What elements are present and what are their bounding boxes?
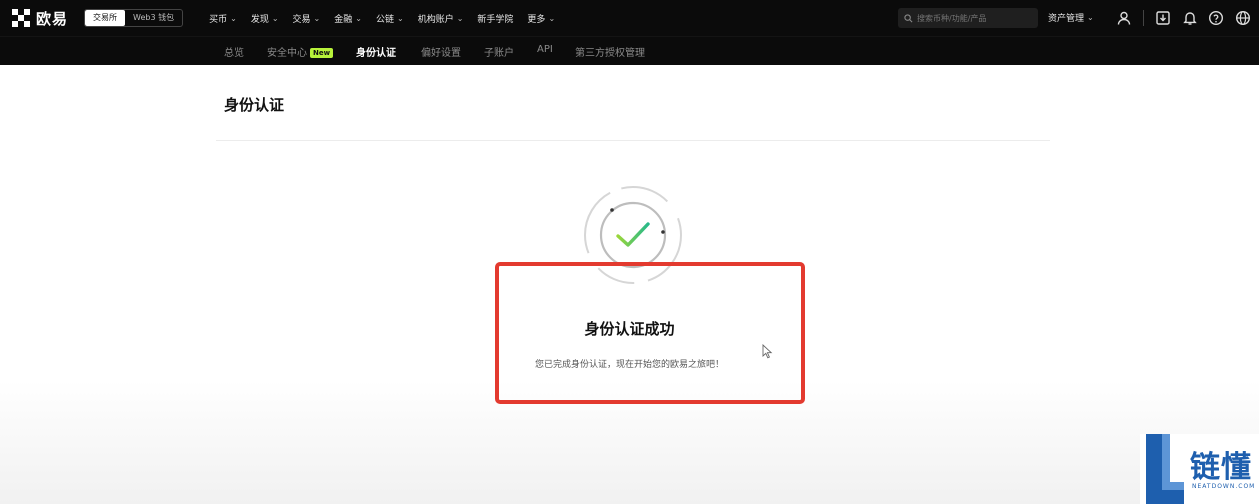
chevron-down-icon: ⌄ <box>313 13 321 23</box>
nav-label: 买币 <box>209 14 228 25</box>
subnav-item-sub-accounts[interactable]: 子账户 <box>484 44 514 59</box>
top-nav: 买币 ⌄ 发现 ⌄ 交易 ⌄ 金融 ⌄ 公链 ⌄ 机构账户 ⌄ 新手学院 更多 ⌄ <box>209 12 569 25</box>
nav-item-chain[interactable]: 公链 ⌄ <box>376 12 404 25</box>
subnav-item-third-party-auth[interactable]: 第三方授权管理 <box>575 44 645 59</box>
search-input[interactable] <box>917 13 1027 23</box>
chevron-down-icon: ⌄ <box>271 13 279 23</box>
subnav-item-preferences[interactable]: 偏好设置 <box>421 44 461 59</box>
bell-icon[interactable] <box>1182 10 1198 26</box>
nav-item-buy-crypto[interactable]: 买币 ⌄ <box>209 12 237 25</box>
assets-menu[interactable]: 资产管理 ⌄ <box>1048 11 1094 24</box>
nav-label: 交易 <box>292 14 311 25</box>
success-description: 您已完成身份认证，现在开始您的欧易之旅吧！ <box>534 360 724 370</box>
download-icon[interactable] <box>1155 10 1171 26</box>
chevron-down-icon: ⌄ <box>456 13 464 23</box>
title-divider <box>216 140 1050 141</box>
mode-option-exchange[interactable]: 交易所 <box>85 10 126 26</box>
globe-icon[interactable] <box>1235 10 1251 26</box>
nav-item-discover[interactable]: 发现 ⌄ <box>251 12 279 25</box>
watermark: 链懂 NEATDOWN.COM <box>1140 434 1259 504</box>
okx-logo[interactable]: 欧易 <box>12 8 68 29</box>
watermark-logo-icon <box>1146 434 1184 504</box>
subnav-item-overview[interactable]: 总览 <box>224 44 244 59</box>
nav-label: 新手学院 <box>477 14 514 25</box>
subnav-label: 安全中心 <box>267 48 307 59</box>
mode-option-web3-wallet[interactable]: Web3 钱包 <box>125 10 182 26</box>
user-icon[interactable] <box>1116 10 1132 26</box>
new-badge: New <box>310 48 334 58</box>
success-title: 身份认证成功 <box>584 320 675 338</box>
nav-item-institutional[interactable]: 机构账户 ⌄ <box>418 12 464 25</box>
nav-label: 机构账户 <box>417 14 454 25</box>
logo-text: 欧易 <box>36 9 69 28</box>
subnav-item-identity-verification[interactable]: 身份认证 <box>356 44 396 59</box>
nav-item-academy[interactable]: 新手学院 <box>477 12 513 25</box>
subnav-item-api[interactable]: API <box>537 44 553 55</box>
chevron-down-icon: ⌄ <box>396 13 404 23</box>
page-title: 身份认证 <box>224 96 285 114</box>
okx-logo-icon <box>12 9 30 27</box>
chevron-down-icon: ⌄ <box>230 13 237 23</box>
chevron-down-icon: ⌄ <box>355 13 362 23</box>
nav-label: 金融 <box>334 14 353 25</box>
watermark-cn: 链懂 <box>1190 450 1252 485</box>
nav-item-finance[interactable]: 金融 ⌄ <box>334 12 362 25</box>
nav-item-trade[interactable]: 交易 ⌄ <box>293 12 321 25</box>
help-icon[interactable] <box>1208 10 1224 26</box>
assets-menu-label: 资产管理 <box>1048 14 1085 24</box>
search-icon <box>904 13 913 22</box>
watermark-en: NEATDOWN.COM <box>1192 483 1256 490</box>
mode-switch: 交易所 Web3 钱包 <box>84 9 184 27</box>
nav-label: 公链 <box>375 14 394 25</box>
nav-label: 发现 <box>250 14 269 25</box>
header-divider <box>1143 10 1144 26</box>
chevron-down-icon: ⌄ <box>1087 13 1094 22</box>
account-sub-nav: 总览 安全中心 New 身份认证 偏好设置 子账户 API 第三方授权管理 <box>0 36 1259 65</box>
chevron-down-icon: ⌄ <box>548 13 556 23</box>
nav-label: 更多 <box>527 14 546 25</box>
search-box[interactable] <box>898 8 1038 28</box>
top-bar: 欧易 交易所 Web3 钱包 买币 ⌄ 发现 ⌄ 交易 ⌄ 金融 ⌄ 公链 ⌄ 机构账户 ⌄… <box>0 0 1259 36</box>
mouse-cursor-icon <box>762 344 773 359</box>
nav-item-more[interactable]: 更多 ⌄ <box>527 12 555 25</box>
subnav-item-security-center[interactable]: 安全中心 New <box>267 44 334 59</box>
